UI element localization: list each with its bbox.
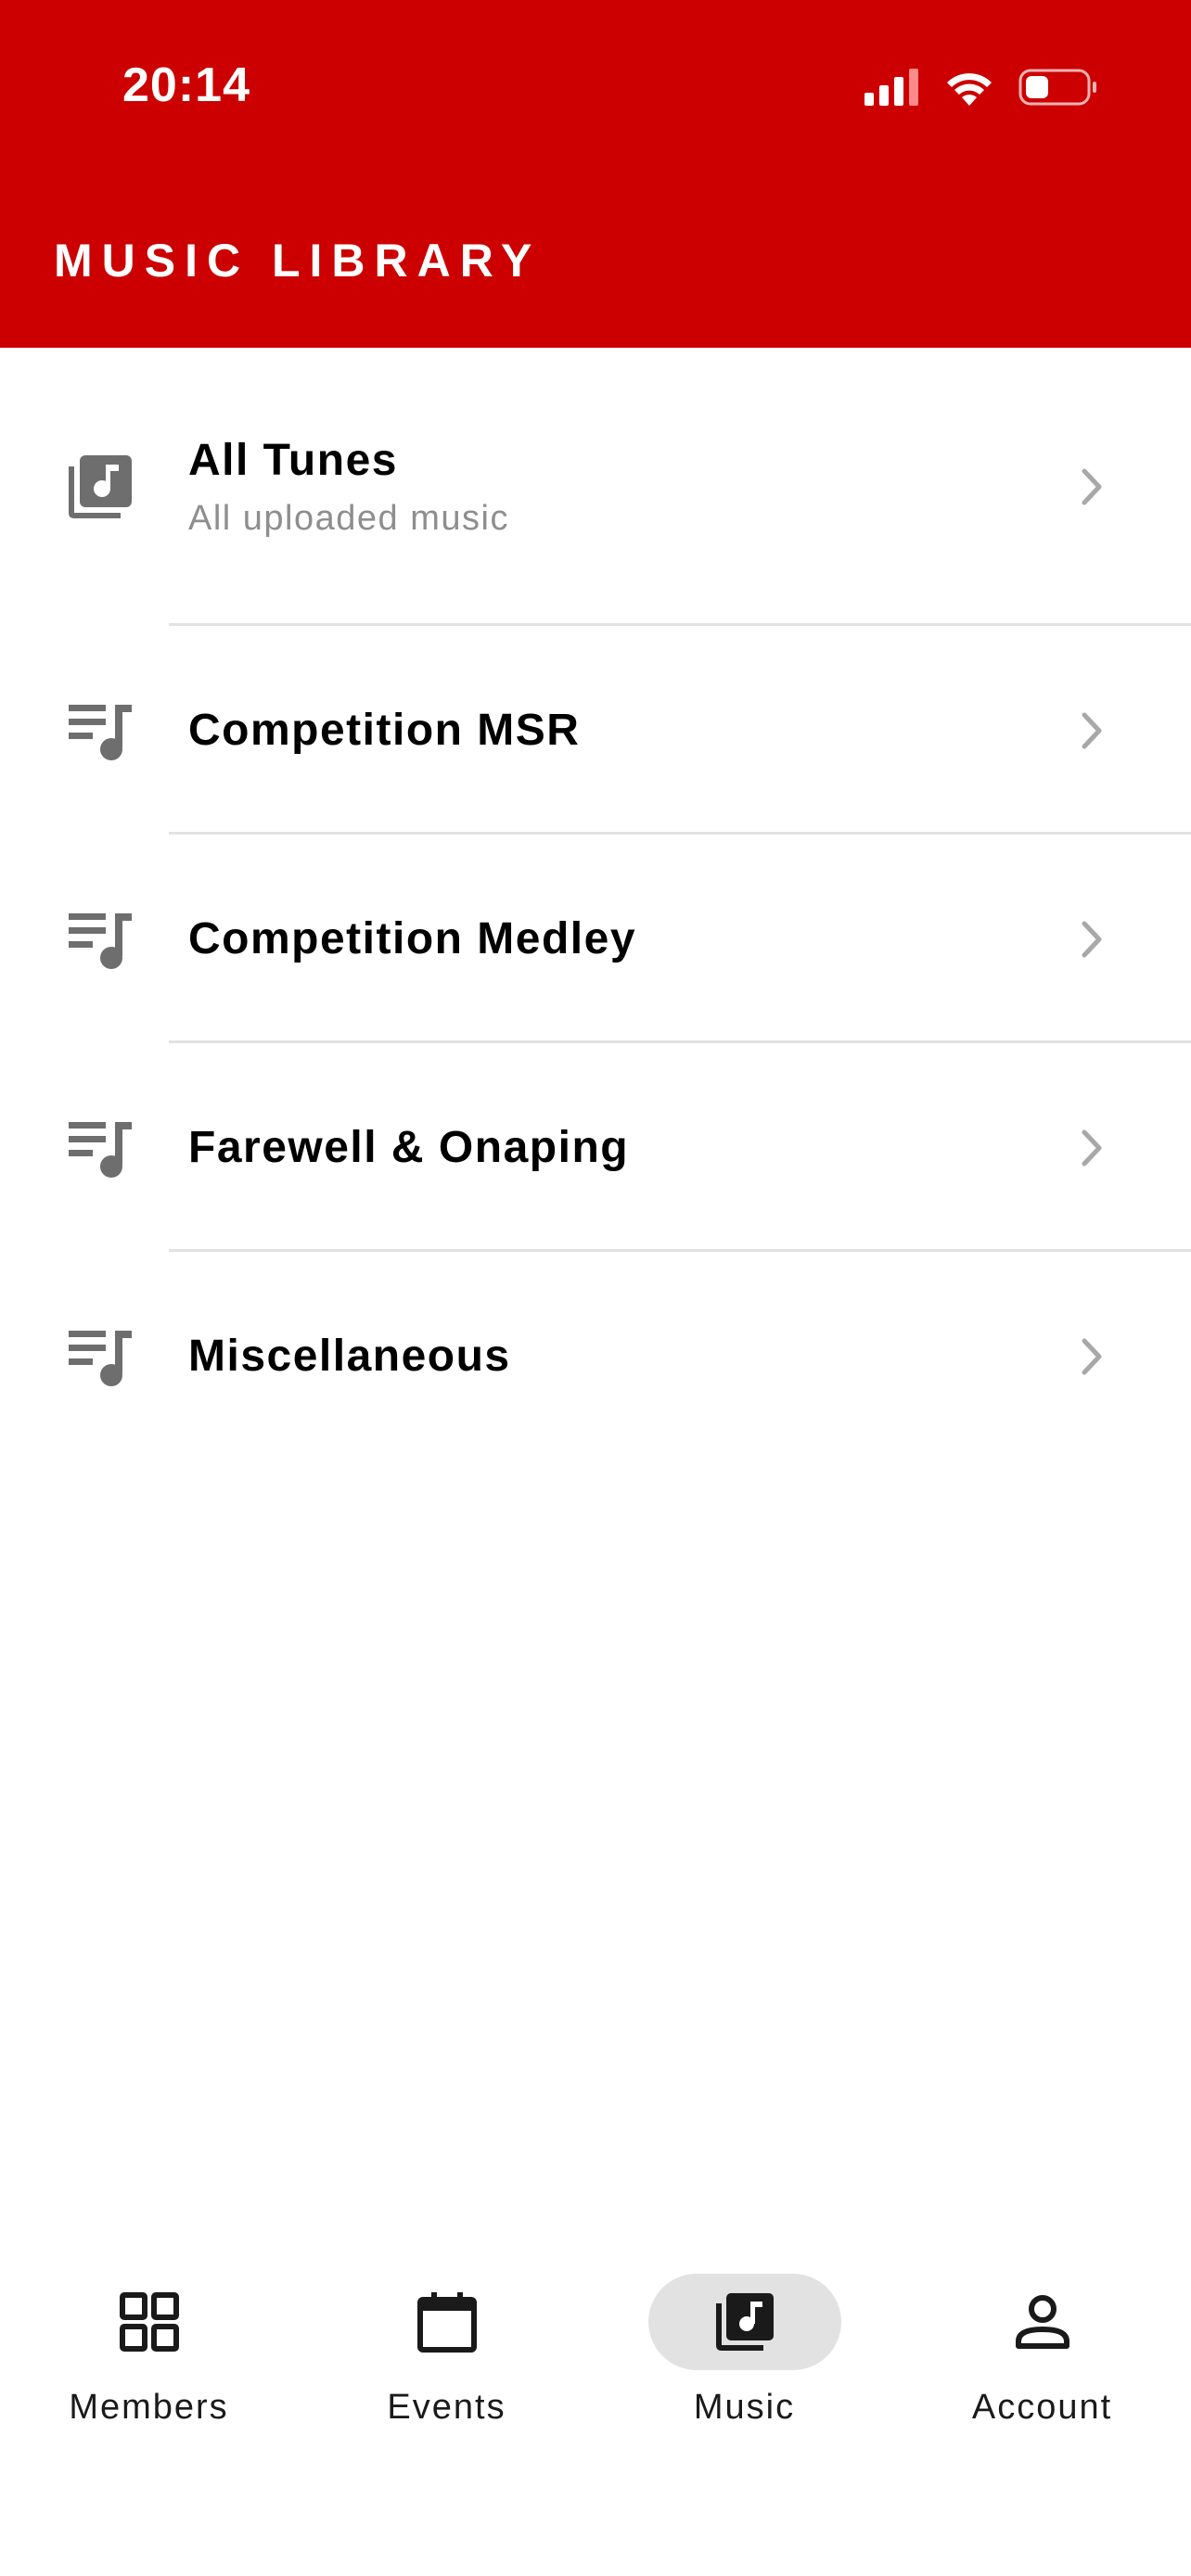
list-item-competition-msr[interactable]: Competition MSR (0, 626, 1191, 835)
playlist-icon (69, 912, 132, 969)
list-item-title: Miscellaneous (188, 1332, 511, 1381)
list-item-text: Competition Medley (188, 913, 636, 964)
list-item-text: Competition MSR (188, 705, 580, 756)
tab-label: Members (69, 2388, 229, 2427)
tab-music[interactable]: Music (596, 2244, 893, 2457)
wifi-icon (947, 73, 992, 106)
grid-icon (119, 2292, 179, 2352)
bottom-tab-bar: Members Events Music Account (0, 2244, 1191, 2457)
tab-account[interactable]: Account (893, 2244, 1191, 2457)
chevron-right-icon (1082, 468, 1102, 505)
list-item-title: All Tunes (188, 436, 398, 485)
battery-icon (1018, 69, 1096, 106)
playlist-icon (69, 1330, 132, 1386)
signal-icon (864, 69, 918, 106)
list-item-all-tunes[interactable]: All Tunes All uploaded music (0, 348, 1191, 626)
playlist-icon (69, 1121, 132, 1178)
tab-label: Account (971, 2388, 1113, 2427)
chevron-right-icon (1082, 921, 1102, 957)
status-icons (864, 69, 1098, 106)
list-item-text: Farewell & Onaping (188, 1122, 629, 1173)
tab-events[interactable]: Events (298, 2244, 596, 2457)
app-header: 20:14 MUSIC LIBRARY (0, 0, 1191, 348)
playlist-icon (69, 704, 132, 760)
list-item-subtitle: All uploaded music (188, 499, 509, 538)
chevron-right-icon (1082, 1338, 1102, 1374)
tab-members[interactable]: Members (0, 2244, 298, 2457)
list-item-competition-medley[interactable]: Competition Medley (0, 835, 1191, 1043)
list-item-text: Miscellaneous (188, 1331, 511, 1382)
list-item-title: Farewell & Onaping (188, 1123, 630, 1172)
music-library-list: All Tunes All uploaded music Competition… (0, 348, 1191, 1460)
list-item-title: Competition MSR (188, 706, 581, 755)
chevron-right-icon (1082, 712, 1102, 748)
list-item-title: Competition Medley (188, 914, 637, 963)
music-library-icon (69, 455, 132, 518)
person-icon (1015, 2295, 1069, 2349)
page-title: MUSIC LIBRARY (54, 235, 542, 287)
list-item-miscellaneous[interactable]: Miscellaneous (0, 1252, 1191, 1460)
status-time: 20:14 (122, 58, 250, 112)
calendar-icon (416, 2292, 477, 2353)
list-item-farewell-onaping[interactable]: Farewell & Onaping (0, 1043, 1191, 1252)
list-item-text: All Tunes All uploaded music (188, 435, 509, 539)
chevron-right-icon (1082, 1129, 1102, 1166)
music-library-icon (715, 2293, 774, 2351)
tab-label: Music (693, 2388, 796, 2427)
tab-label: Events (387, 2388, 506, 2427)
